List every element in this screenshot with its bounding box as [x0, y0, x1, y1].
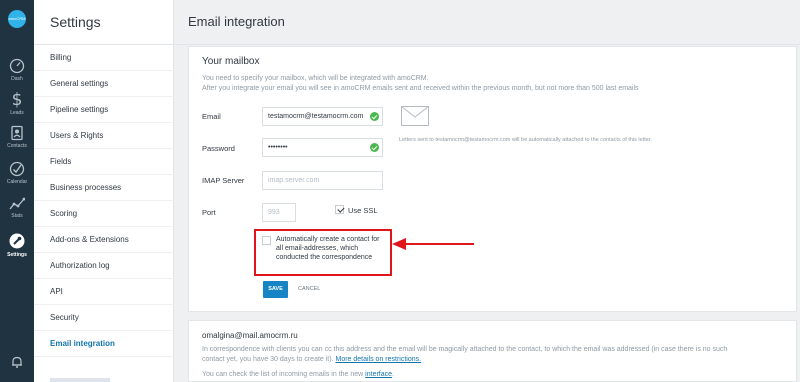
port-input[interactable]: 993: [262, 203, 296, 222]
settings-sidebar: Settings Billing General settings Pipeli…: [34, 0, 174, 382]
bell-icon[interactable]: [10, 355, 24, 369]
forward-address-panel: omalgina@mail.amocrm.ru In correspondenc…: [188, 320, 797, 382]
rail-item-dash[interactable]: Dash: [0, 58, 34, 82]
rail-item-stats[interactable]: Stats: [0, 197, 34, 219]
mailbox-description: After you integrate your email you will …: [202, 85, 639, 92]
settings-item-scoring[interactable]: Scoring: [34, 201, 174, 227]
divider: [175, 44, 800, 45]
forward-description-line2: contact yet, you have 30 days to create …: [202, 356, 421, 363]
rail-item-leads[interactable]: $ Leads: [0, 90, 34, 116]
rail-label: Calendar: [6, 179, 28, 185]
rail-label: Settings: [7, 252, 27, 258]
calendar-check-icon: [9, 161, 25, 177]
settings-item-users-rights[interactable]: Users & Rights: [34, 123, 174, 149]
settings-item-api[interactable]: API: [34, 279, 174, 305]
dollar-icon: $: [12, 90, 23, 108]
settings-item-business-processes[interactable]: Business processes: [34, 175, 174, 201]
dashboard-icon: [9, 58, 25, 74]
svg-text:$: $: [12, 90, 23, 108]
mailbox-note: Letters sent to testamocrm@testamocrm.co…: [399, 137, 652, 143]
settings-item-security[interactable]: Security: [34, 305, 174, 331]
forward-text: .: [392, 371, 394, 378]
password-value: ••••••••: [268, 144, 288, 151]
rail-label: Dash: [11, 76, 23, 82]
settings-item-partial: [50, 378, 110, 382]
email-field[interactable]: testamocrm@testamocrm.com: [262, 107, 383, 126]
rail-label: Leads: [10, 110, 24, 116]
forward-description-line3: You can check the list of incoming email…: [202, 371, 394, 378]
use-ssl-label: Use SSL: [348, 206, 378, 215]
forward-text: You can check the list of incoming email…: [202, 371, 364, 378]
check-ok-icon: [370, 143, 379, 152]
amocrm-logo[interactable]: amoCRM: [8, 10, 26, 28]
settings-item-pipeline[interactable]: Pipeline settings: [34, 97, 174, 123]
auto-contact-checkbox[interactable]: [262, 236, 271, 245]
settings-item-addons[interactable]: Add-ons & Extensions: [34, 227, 174, 253]
save-button[interactable]: SAVE: [263, 281, 288, 298]
rail-item-contacts[interactable]: Contacts: [0, 125, 34, 149]
settings-title: Settings: [50, 14, 101, 30]
rail-item-settings[interactable]: Settings: [0, 232, 34, 258]
check-ok-icon: [370, 112, 379, 121]
port-label: Port: [202, 208, 216, 217]
mailbox-heading: Your mailbox: [202, 56, 260, 67]
password-label: Password: [202, 144, 235, 153]
annotation-arrow: [392, 238, 474, 250]
settings-item-authorization-log[interactable]: Authorization log: [34, 253, 174, 279]
mailbox-description: You need to specify your mailbox, which …: [202, 75, 429, 82]
settings-icon: [9, 233, 25, 249]
mailbox-panel: Your mailbox You need to specify your ma…: [188, 46, 797, 312]
imap-label: IMAP Server: [202, 176, 245, 185]
auto-contact-label: Automatically create a contact for all e…: [276, 236, 380, 261]
restrictions-link[interactable]: More details on restrictions.: [335, 356, 421, 363]
rail-label: Stats: [11, 213, 23, 219]
page-title: Email integration: [188, 14, 285, 29]
stats-icon: [9, 197, 25, 210]
forward-address: omalgina@mail.amocrm.ru: [202, 331, 298, 340]
settings-item-fields[interactable]: Fields: [34, 149, 174, 175]
envelope-icon: [401, 106, 429, 126]
forward-text: contact yet, you have 30 days to create …: [202, 356, 334, 363]
settings-item-billing[interactable]: Billing: [34, 45, 174, 71]
cancel-button[interactable]: CANCEL: [298, 286, 320, 292]
imap-server-input[interactable]: imap.server.com: [262, 171, 383, 190]
settings-item-email-integration[interactable]: Email integration: [34, 331, 174, 357]
password-field[interactable]: ••••••••: [262, 138, 383, 157]
use-ssl-checkbox[interactable]: [335, 205, 344, 214]
contacts-icon: [11, 125, 23, 141]
email-value: testamocrm@testamocrm.com: [268, 113, 364, 120]
icon-rail: amoCRM Dash $ Leads Contacts Calendar St…: [0, 0, 34, 382]
rail-item-calendar[interactable]: Calendar: [0, 161, 34, 185]
forward-description: In correspondence with clients you can c…: [202, 346, 728, 353]
interface-link[interactable]: interface: [365, 371, 392, 378]
rail-label: Contacts: [7, 143, 27, 149]
email-label: Email: [202, 112, 221, 121]
settings-item-general[interactable]: General settings: [34, 71, 174, 97]
